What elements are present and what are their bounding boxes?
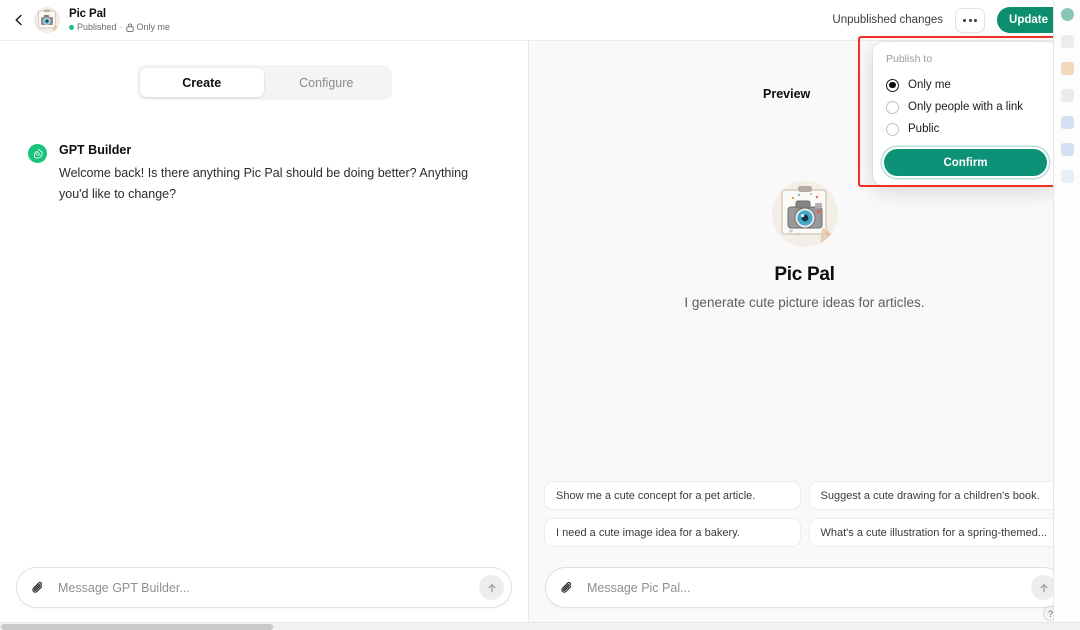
tab-configure[interactable]: Configure	[264, 68, 389, 97]
published-status-text: Published	[77, 21, 117, 32]
lock-icon	[125, 23, 134, 32]
horizontal-scrollbar[interactable]	[0, 622, 1080, 630]
tab-create[interactable]: Create	[139, 68, 264, 97]
publish-option-only-me[interactable]: Only me	[884, 74, 1047, 96]
builder-composer[interactable]: Message GPT Builder...	[16, 567, 512, 608]
gpt-builder-logo-icon	[28, 144, 47, 163]
rail-icon[interactable]	[1060, 62, 1074, 75]
suggestion-chip[interactable]: Show me a cute concept for a pet article…	[544, 481, 801, 510]
unpublished-changes-text: Unpublished changes	[832, 14, 944, 26]
publish-to-title: Publish to	[886, 53, 933, 65]
back-button[interactable]	[6, 7, 32, 33]
message-text: Welcome back! Is there anything Pic Pal …	[59, 166, 469, 201]
builder-send-button[interactable]	[479, 575, 504, 600]
publish-option-label: Public	[908, 123, 940, 135]
publish-option-label: Only people with a link	[908, 101, 1024, 113]
builder-message-input[interactable]: Message GPT Builder...	[58, 581, 479, 595]
pic-pal-avatar-icon	[771, 180, 838, 247]
header-gpt-avatar	[34, 7, 60, 33]
paperclip-icon[interactable]	[560, 580, 576, 595]
builder-tabs: Create Configure	[0, 41, 528, 100]
chevron-left-icon	[15, 14, 22, 26]
preview-composer[interactable]: Message Pic Pal...	[545, 567, 1064, 608]
app-header: Pic Pal Published · Only me Unpublished …	[0, 0, 1080, 41]
publish-option-public[interactable]: Public	[884, 118, 1047, 140]
more-options-button[interactable]	[955, 7, 986, 33]
builder-pane: Create Configure GPT Builder Welcome bac…	[0, 41, 529, 630]
radio-selected-icon[interactable]	[886, 78, 899, 92]
preview-label: Preview	[763, 87, 811, 101]
confirm-button[interactable]: Confirm	[884, 149, 1047, 176]
paperclip-icon[interactable]	[31, 580, 47, 595]
message-author: GPT Builder	[59, 143, 132, 157]
rail-icon[interactable]	[1060, 143, 1074, 156]
radio-unselected-icon[interactable]	[886, 100, 899, 114]
send-arrow-up-icon	[488, 583, 495, 592]
rail-icon[interactable]	[1060, 35, 1074, 48]
gpt-editor-window: Pic Pal Published · Only me Unpublished …	[0, 0, 1080, 630]
scrollbar-thumb[interactable]	[1, 624, 273, 630]
suggestion-chip[interactable]: What's a cute illustration for a spring-…	[808, 518, 1065, 547]
rail-icon[interactable]	[1060, 89, 1074, 102]
header-status-row: Published · Only me	[69, 22, 170, 33]
send-arrow-up-icon	[1040, 583, 1047, 592]
suggestion-chip[interactable]: Suggest a cute drawing for a children's …	[808, 481, 1065, 510]
status-separator: ·	[119, 21, 123, 32]
preview-composer-area: Message Pic Pal...	[529, 567, 1080, 630]
suggestion-chips: Show me a cute concept for a pet article…	[541, 481, 1068, 547]
builder-message-body: GPT Builder Welcome back! Is there anyth…	[59, 143, 489, 205]
suggestion-chip[interactable]: I need a cute image idea for a bakery.	[544, 518, 801, 547]
browser-side-rail	[1053, 0, 1080, 630]
publish-option-label: Only me	[908, 79, 951, 91]
header-actions: Unpublished changes Update	[832, 7, 1068, 33]
update-button-label: Update	[1009, 14, 1048, 26]
publish-to-popover: Publish to Only me Only people with a li…	[873, 42, 1058, 186]
published-status-dot	[69, 24, 74, 30]
rail-icon[interactable]	[1060, 170, 1074, 183]
ellipsis-icon	[963, 18, 967, 22]
radio-unselected-icon[interactable]	[886, 122, 899, 136]
rail-icon[interactable]	[1060, 116, 1074, 129]
ellipsis-icon	[968, 18, 972, 22]
pic-pal-avatar-icon	[34, 7, 60, 33]
ellipsis-icon	[974, 18, 978, 22]
publish-option-link[interactable]: Only people with a link	[884, 96, 1047, 118]
builder-message: GPT Builder Welcome back! Is there anyth…	[0, 100, 528, 205]
rail-profile-icon[interactable]	[1060, 8, 1074, 21]
visibility-text: Only me	[136, 21, 171, 32]
preview-gpt-avatar	[771, 180, 838, 247]
header-titles: Pic Pal Published · Only me	[69, 8, 170, 33]
preview-gpt-name: Pic Pal	[774, 263, 835, 285]
builder-composer-area: Message GPT Builder...	[0, 567, 528, 630]
preview-message-input[interactable]: Message Pic Pal...	[587, 581, 1031, 595]
header-gpt-name: Pic Pal	[69, 7, 107, 20]
preview-gpt-description: I generate cute picture ideas for articl…	[684, 294, 925, 310]
